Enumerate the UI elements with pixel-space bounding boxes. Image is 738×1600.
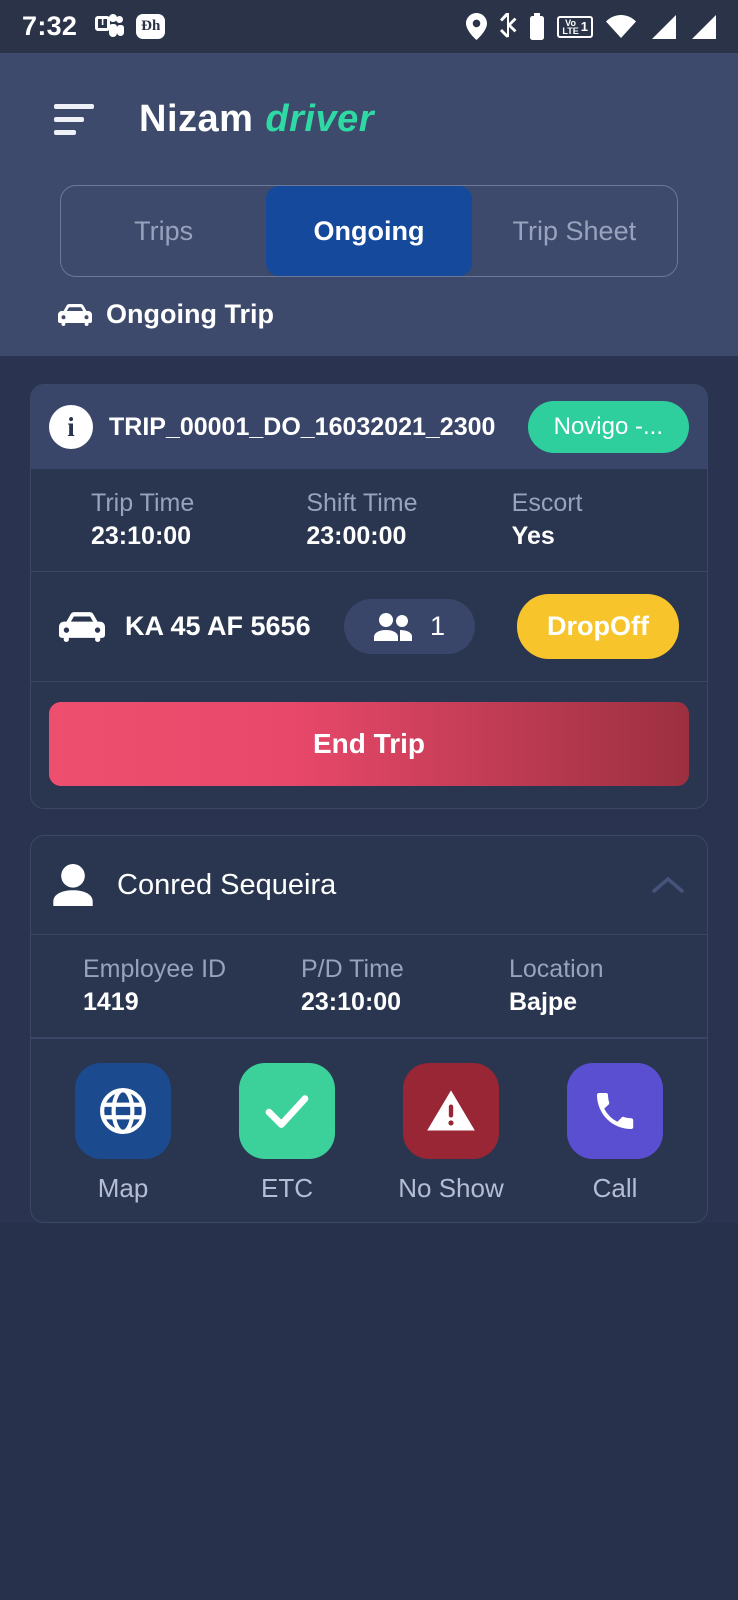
check-icon: [239, 1063, 335, 1159]
trip-stats-row: Trip Time 23:10:00 Shift Time 23:00:00 E…: [31, 469, 707, 572]
pd-time-label: P/D Time: [301, 955, 404, 983]
employee-id-value: 1419: [83, 988, 139, 1016]
status-bar-clock: 7:32: [22, 11, 78, 41]
globe-icon: [75, 1063, 171, 1159]
passenger-count-value: 1: [429, 611, 446, 641]
tab-trip-sheet[interactable]: Trip Sheet: [472, 186, 677, 276]
trip-id: TRIP_00001_DO_16032021_2300: [109, 412, 496, 441]
pd-time-stat: P/D Time 23:10:00: [281, 955, 499, 1017]
car-icon: [58, 303, 92, 326]
section-label: Ongoing Trip: [106, 299, 274, 329]
employee-id-label: Employee ID: [83, 955, 227, 983]
status-bar: 7:32 Ðh Vo LTE 1: [0, 0, 738, 53]
no-show-action-button[interactable]: No Show: [369, 1063, 533, 1204]
wifi-icon: [606, 14, 636, 38]
shift-time-value: 23:00:00: [306, 522, 407, 550]
app-bar-top: Nizam driver: [0, 83, 738, 155]
app-screen: 7:32 Ðh Vo LTE 1: [0, 0, 738, 1600]
bluetooth-icon: [500, 13, 517, 38]
main-content: i TRIP_00001_DO_16032021_2300 Novigo -..…: [0, 356, 738, 1223]
employee-id-stat: Employee ID 1419: [31, 955, 281, 1017]
client-badge[interactable]: Novigo -...: [527, 401, 689, 453]
hamburger-icon[interactable]: [54, 103, 94, 135]
passenger-header[interactable]: Conred Sequeira: [31, 836, 707, 934]
escort-value: Yes: [511, 522, 555, 550]
passenger-details-row: Employee ID 1419 P/D Time 23:10:00 Locat…: [31, 934, 707, 1038]
phone-icon: [567, 1063, 663, 1159]
location-value: Bajpe: [509, 988, 578, 1016]
hotstar-icon: Ðh: [136, 14, 166, 39]
shift-time-label: Shift Time: [306, 489, 418, 517]
people-icon: [373, 612, 412, 641]
teams-icon: [95, 13, 125, 40]
status-bar-system-icons: Vo LTE 1: [466, 13, 716, 40]
passenger-actions: Map ETC No Show Call: [31, 1038, 707, 1222]
location-icon: [466, 13, 488, 40]
segmented-tabs: Trips Ongoing Trip Sheet: [60, 185, 678, 277]
car-icon: [59, 611, 105, 642]
escort-stat: Escort Yes: [502, 489, 707, 551]
app-role-label: driver: [265, 97, 375, 140]
pd-time-value: 23:10:00: [301, 988, 402, 1016]
call-action-label: Call: [592, 1173, 638, 1203]
passenger-count-pill[interactable]: 1: [343, 599, 476, 654]
passenger-name: Conred Sequeira: [117, 868, 337, 901]
trip-time-stat: Trip Time 23:10:00: [31, 489, 286, 551]
sim-number: 1: [580, 19, 588, 34]
map-action-button[interactable]: Map: [41, 1063, 205, 1204]
chevron-up-icon[interactable]: [651, 875, 685, 895]
vehicle-number: KA 45 AF 5656: [125, 611, 311, 641]
etc-action-label: ETC: [261, 1173, 313, 1203]
volte-icon: Vo LTE 1: [557, 15, 593, 38]
info-icon[interactable]: i: [49, 405, 93, 449]
signal-icon: [692, 14, 716, 39]
tab-trips[interactable]: Trips: [61, 186, 266, 276]
signal-icon: [652, 14, 676, 39]
app-bar: Nizam driver Trips Ongoing Trip Sheet Ong…: [0, 53, 738, 356]
passenger-card: Conred Sequeira Employee ID 1419 P/D Tim…: [30, 835, 708, 1223]
shift-time-stat: Shift Time 23:00:00: [286, 489, 501, 551]
etc-action-button[interactable]: ETC: [205, 1063, 369, 1204]
end-trip-container: End Trip: [31, 682, 707, 808]
person-icon: [53, 864, 93, 906]
battery-icon: [530, 13, 545, 40]
location-label: Location: [509, 955, 604, 983]
tab-ongoing[interactable]: Ongoing: [266, 186, 472, 276]
page-title: Nizam driver: [139, 98, 374, 141]
end-trip-button[interactable]: End Trip: [49, 702, 689, 786]
volte-bottom-label: LTE: [562, 25, 579, 36]
no-show-action-label: No Show: [398, 1173, 504, 1203]
status-bar-notification-icons: Ðh: [95, 13, 166, 40]
call-action-button[interactable]: Call: [533, 1063, 697, 1204]
dropoff-button[interactable]: DropOff: [517, 594, 679, 659]
trip-time-value: 23:10:00: [91, 522, 192, 550]
location-stat: Location Bajpe: [499, 955, 707, 1017]
section-header: Ongoing Trip: [0, 277, 738, 356]
app-title: Nizam: [139, 97, 254, 140]
warning-icon: [403, 1063, 499, 1159]
escort-label: Escort: [511, 489, 583, 517]
trip-card-header: i TRIP_00001_DO_16032021_2300 Novigo -..…: [31, 385, 707, 469]
trip-card: i TRIP_00001_DO_16032021_2300 Novigo -..…: [30, 384, 708, 809]
vehicle-row: KA 45 AF 5656 1 DropOff: [31, 572, 707, 682]
trip-time-label: Trip Time: [91, 489, 195, 517]
map-action-label: Map: [97, 1173, 149, 1203]
